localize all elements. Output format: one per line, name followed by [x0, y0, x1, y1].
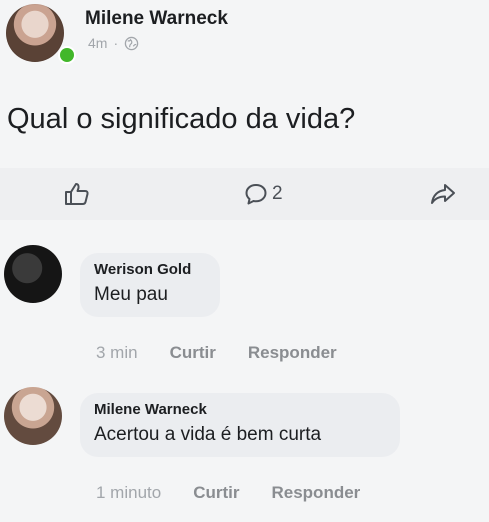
comment-item: Milene Warneck Acertou a vida é bem curt… — [0, 385, 489, 515]
post-text: Qual o significado da vida? — [7, 103, 356, 135]
author-avatar[interactable] — [6, 4, 64, 62]
post-meta: 4m · — [88, 35, 139, 51]
comment-text: Acertou a vida é bem curta — [94, 424, 322, 445]
commenter-avatar[interactable] — [4, 245, 62, 303]
commenter-name[interactable]: Werison Gold — [94, 261, 204, 278]
comment-text: Meu pau — [94, 284, 168, 305]
comment-actions: 1 minuto Curtir Responder — [96, 483, 360, 503]
post-time[interactable]: 4m — [88, 35, 107, 51]
commenter-name[interactable]: Milene Warneck — [94, 401, 384, 418]
meta-separator: · — [113, 35, 119, 51]
speech-bubble-icon — [244, 182, 268, 206]
comment-reply-button[interactable]: Responder — [271, 483, 360, 503]
comment-actions: 3 min Curtir Responder — [96, 343, 337, 363]
share-button[interactable] — [430, 182, 456, 206]
comment-bubble: Milene Warneck Acertou a vida é bem curt… — [80, 393, 400, 457]
like-button[interactable] — [64, 182, 90, 206]
comment-like-button[interactable]: Curtir — [193, 483, 239, 503]
globe-icon — [124, 36, 139, 51]
comment-time[interactable]: 1 minuto — [96, 483, 161, 503]
comment-bubble: Werison Gold Meu pau — [80, 253, 220, 317]
comment-like-button[interactable]: Curtir — [170, 343, 216, 363]
thumbs-up-icon — [64, 182, 90, 206]
author-name[interactable]: Milene Warneck — [85, 8, 228, 30]
commenter-avatar[interactable] — [4, 387, 62, 445]
share-arrow-icon — [430, 182, 456, 206]
post-actions-bar: 2 — [0, 168, 489, 220]
comment-item: Werison Gold Meu pau 3 min Curtir Respon… — [0, 245, 489, 370]
comment-button[interactable]: 2 — [244, 182, 283, 206]
comment-reply-button[interactable]: Responder — [248, 343, 337, 363]
comment-count: 2 — [272, 183, 283, 204]
comment-time[interactable]: 3 min — [96, 343, 138, 363]
online-status-dot — [58, 46, 76, 64]
post-header: Milene Warneck 4m · — [0, 0, 489, 80]
